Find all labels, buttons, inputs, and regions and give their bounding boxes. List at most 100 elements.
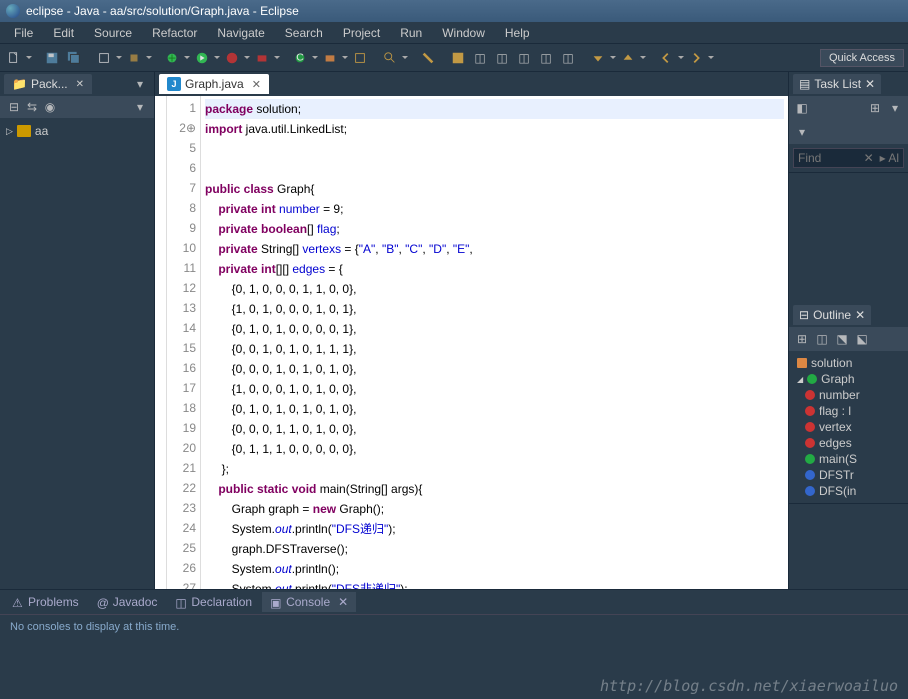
close-icon[interactable]: ✕: [76, 79, 84, 90]
close-icon[interactable]: ✕: [252, 78, 261, 91]
titlebar: eclipse - Java - aa/src/solution/Graph.j…: [0, 0, 908, 22]
menu-navigate[interactable]: Navigate: [207, 24, 274, 42]
view-menu-icon[interactable]: ▾: [886, 99, 904, 117]
project-tree[interactable]: ▷ aa: [0, 118, 154, 144]
sort-icon[interactable]: ⊞: [793, 330, 811, 348]
dropdown-icon[interactable]: [708, 53, 714, 62]
line-number: 26: [171, 558, 196, 578]
outline-item[interactable]: number: [791, 387, 906, 403]
find-input[interactable]: Find ✕ ▸ Al: [793, 148, 904, 168]
clear-icon[interactable]: ✕: [864, 151, 874, 165]
focus-task-icon[interactable]: ◉: [42, 99, 58, 115]
tree-project[interactable]: ▷ aa: [6, 122, 148, 140]
nav-icon[interactable]: ◫: [492, 48, 512, 68]
nav-icon[interactable]: ◫: [558, 48, 578, 68]
close-icon[interactable]: ✕: [338, 595, 348, 609]
close-icon[interactable]: ✕: [855, 308, 865, 322]
dropdown-icon[interactable]: [184, 53, 190, 62]
menu-source[interactable]: Source: [84, 24, 142, 42]
back-icon[interactable]: [656, 48, 676, 68]
menu-window[interactable]: Window: [432, 24, 495, 42]
fld-icon: [805, 406, 815, 416]
search-icon[interactable]: [380, 48, 400, 68]
package-explorer-tab[interactable]: 📁 Pack... ✕: [4, 74, 92, 94]
nav-icon[interactable]: ◫: [536, 48, 556, 68]
outline-tree[interactable]: solution◢Graphnumberflag : lvertexedgesm…: [789, 351, 908, 503]
expand-icon[interactable]: ▷: [6, 126, 13, 137]
outline-item[interactable]: DFS(in: [791, 483, 906, 499]
view-menu-icon[interactable]: ▾: [793, 123, 811, 141]
line-number: 22: [171, 478, 196, 498]
link-editor-icon[interactable]: ⇆: [24, 99, 40, 115]
toggle-mark-icon[interactable]: [418, 48, 438, 68]
bottom-tab-declaration[interactable]: ◫Declaration: [167, 592, 260, 612]
code-content[interactable]: package solution;import java.util.Linked…: [201, 96, 788, 589]
collapse-all-icon[interactable]: ⊟: [6, 99, 22, 115]
pin-icon[interactable]: [448, 48, 468, 68]
dropdown-icon[interactable]: [26, 53, 32, 62]
hide-fields-icon[interactable]: ◫: [813, 330, 831, 348]
ext-tools-icon[interactable]: [252, 48, 272, 68]
prev-annotation-icon[interactable]: [588, 48, 608, 68]
open-task-icon[interactable]: [350, 48, 370, 68]
dropdown-icon[interactable]: [146, 53, 152, 62]
dropdown-icon[interactable]: [402, 53, 408, 62]
menu-search[interactable]: Search: [275, 24, 333, 42]
run-icon[interactable]: [192, 48, 212, 68]
build-icon[interactable]: [124, 48, 144, 68]
task-list-tab[interactable]: ▤ Task List ✕: [793, 74, 881, 94]
quick-access-input[interactable]: Quick Access: [820, 49, 904, 67]
outline-item[interactable]: solution: [791, 355, 906, 371]
save-all-icon[interactable]: [64, 48, 84, 68]
menu-help[interactable]: Help: [495, 24, 540, 42]
code-editor[interactable]: 12⊕5678910111213141516171819202122232425…: [155, 96, 788, 589]
editor-tab[interactable]: J Graph.java ✕: [159, 74, 269, 94]
dropdown-icon[interactable]: [312, 53, 318, 62]
menu-project[interactable]: Project: [333, 24, 390, 42]
close-icon[interactable]: ✕: [865, 77, 875, 91]
dropdown-icon[interactable]: [342, 53, 348, 62]
dropdown-icon[interactable]: [678, 53, 684, 62]
outline-tab[interactable]: ⊟ Outline ✕: [793, 305, 871, 325]
bottom-tab-javadoc[interactable]: @Javadoc: [89, 592, 166, 612]
menu-refactor[interactable]: Refactor: [142, 24, 207, 42]
hide-non-public-icon[interactable]: ⬕: [853, 330, 871, 348]
dropdown-icon[interactable]: [244, 53, 250, 62]
dropdown-icon[interactable]: [610, 53, 616, 62]
debug-icon[interactable]: [162, 48, 182, 68]
outline-item[interactable]: ◢Graph: [791, 371, 906, 387]
coverage-icon[interactable]: [222, 48, 242, 68]
outline-item[interactable]: DFSTr: [791, 467, 906, 483]
dropdown-icon[interactable]: [640, 53, 646, 62]
next-annotation-icon[interactable]: [618, 48, 638, 68]
forward-icon[interactable]: [686, 48, 706, 68]
dropdown-icon[interactable]: [274, 53, 280, 62]
view-menu-icon[interactable]: ▾: [130, 74, 150, 94]
nav-icon[interactable]: ◫: [470, 48, 490, 68]
save-icon[interactable]: [42, 48, 62, 68]
bottom-tab-problems[interactable]: ⚠Problems: [4, 592, 87, 612]
open-type-icon[interactable]: [94, 48, 114, 68]
new-task-icon[interactable]: ◧: [793, 99, 811, 117]
menu-edit[interactable]: Edit: [43, 24, 84, 42]
menu-file[interactable]: File: [4, 24, 43, 42]
task-icon: ▤: [799, 77, 810, 91]
new-icon[interactable]: [4, 48, 24, 68]
outline-item[interactable]: vertex: [791, 419, 906, 435]
line-number: 21: [171, 458, 196, 478]
view-menu-icon[interactable]: ▾: [132, 99, 148, 115]
eclipse-icon: [6, 4, 20, 18]
categorized-icon[interactable]: ⊞: [866, 99, 884, 117]
new-package-icon[interactable]: [320, 48, 340, 68]
dropdown-icon[interactable]: [116, 53, 122, 62]
new-class-icon[interactable]: C: [290, 48, 310, 68]
dropdown-icon[interactable]: [214, 53, 220, 62]
hide-static-icon[interactable]: ⬔: [833, 330, 851, 348]
nav-icon[interactable]: ◫: [514, 48, 534, 68]
menu-run[interactable]: Run: [390, 24, 432, 42]
bottom-tab-console[interactable]: ▣Console✕: [262, 592, 356, 612]
outline-item[interactable]: main(S: [791, 451, 906, 467]
outline-item[interactable]: flag : l: [791, 403, 906, 419]
find-placeholder: Find: [798, 151, 864, 165]
outline-item[interactable]: edges: [791, 435, 906, 451]
